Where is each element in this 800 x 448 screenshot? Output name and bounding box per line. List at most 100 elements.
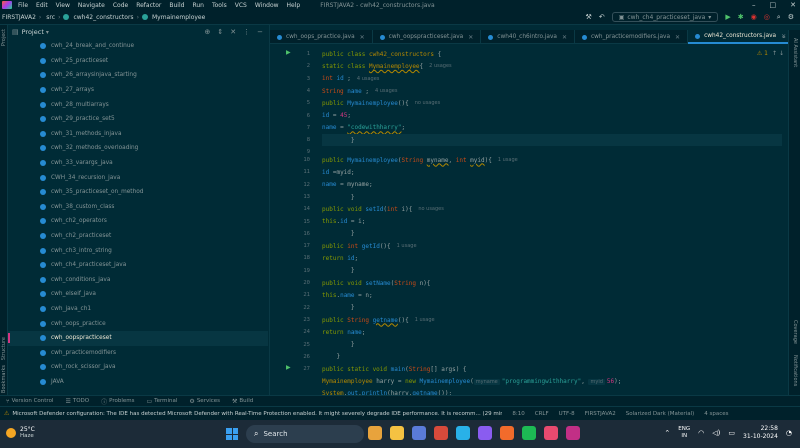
indent-status[interactable]: 4 spaces bbox=[704, 411, 728, 417]
taskbar-app-icon[interactable] bbox=[390, 426, 404, 440]
terminal-button[interactable]: ▭ Terminal bbox=[147, 398, 178, 405]
menu-build[interactable]: Build bbox=[169, 2, 184, 9]
close-tab-icon[interactable]: ✕ bbox=[468, 34, 473, 41]
editor-tab[interactable]: cwh42_constructors.java ✕ bbox=[688, 30, 795, 44]
taskbar-app-icon[interactable] bbox=[544, 426, 558, 440]
wifi-icon[interactable]: ◠ bbox=[698, 429, 704, 437]
tree-item[interactable]: cwh_33_varargs_java bbox=[8, 156, 268, 171]
hide-panel-icon[interactable]: − bbox=[257, 28, 263, 36]
usages-hint[interactable]: 4 usages bbox=[375, 88, 397, 94]
tree-item[interactable]: cwh_ch2_practiceset bbox=[8, 229, 268, 244]
maximize-icon[interactable]: □ bbox=[770, 1, 777, 9]
tree-item[interactable]: cwh_practicemodifiers bbox=[8, 346, 268, 361]
project-panel-title[interactable]: Project bbox=[22, 28, 44, 36]
tree-item[interactable]: cwh_oopspracticeset bbox=[8, 331, 268, 346]
usages-hint[interactable]: 1 usage bbox=[397, 243, 417, 249]
tree-item[interactable]: cwh_32_methods_overloading bbox=[8, 141, 268, 156]
ai-assistant-button[interactable]: AI Assistant bbox=[792, 38, 798, 67]
tree-item[interactable]: cwh_25_practiceset bbox=[8, 54, 268, 69]
chevron-down-icon[interactable]: ▾ bbox=[46, 29, 49, 36]
status-message[interactable]: Microsoft Defender configuration: The ID… bbox=[12, 411, 502, 417]
usages-hint[interactable]: 2 usages bbox=[429, 63, 451, 69]
breadcrumb-project[interactable]: FIRSTJAVA2 bbox=[2, 14, 36, 21]
volume-icon[interactable]: ◁) bbox=[712, 429, 720, 437]
tree-item[interactable]: cwh_ch3_intro_string bbox=[8, 243, 268, 258]
usages-hint[interactable]: no usages bbox=[415, 100, 441, 106]
caret-position[interactable]: 8:10 bbox=[512, 411, 524, 417]
taskbar-app-icon[interactable] bbox=[522, 426, 536, 440]
settings-icon[interactable]: ⚙ bbox=[788, 13, 794, 21]
clock[interactable]: 22:58 31-10-2024 bbox=[743, 425, 778, 441]
coverage-button[interactable]: Coverage bbox=[792, 320, 798, 344]
menu-navigate[interactable]: Navigate bbox=[78, 2, 105, 9]
collapse-all-icon[interactable]: ⇕ bbox=[217, 28, 223, 36]
todo-button[interactable]: ☰ TODO bbox=[65, 398, 89, 405]
menu-run[interactable]: Run bbox=[192, 2, 204, 9]
more-options-icon[interactable]: ⋮ bbox=[243, 28, 250, 36]
breadcrumb-file[interactable]: cwh42_constructors bbox=[73, 14, 133, 21]
notification-bell-icon[interactable]: ◔ bbox=[786, 429, 792, 437]
line-separator[interactable]: CRLF bbox=[535, 411, 549, 417]
taskbar-app-icon[interactable] bbox=[478, 426, 492, 440]
menu-tools[interactable]: Tools bbox=[212, 2, 227, 9]
taskbar-app-icon[interactable] bbox=[500, 426, 514, 440]
breadcrumb-class[interactable]: Mymainemployee bbox=[152, 14, 205, 21]
stop-icon[interactable]: ◉ bbox=[751, 13, 757, 21]
structure-tool-button[interactable]: Structure bbox=[1, 337, 7, 360]
usages-hint[interactable]: 1 usage bbox=[415, 317, 435, 323]
theme-status[interactable]: Solarized Dark (Material) bbox=[626, 411, 695, 417]
tree-item[interactable]: cwh_oops_practice bbox=[8, 316, 268, 331]
project-status[interactable]: FIRSTJAVA2 bbox=[585, 411, 616, 417]
run-main-icon[interactable]: ▶ bbox=[286, 364, 291, 371]
tree-item[interactable]: cwh_28_multiarrays bbox=[8, 97, 268, 112]
menu-code[interactable]: Code bbox=[113, 2, 128, 9]
language-indicator[interactable]: ENG IN bbox=[678, 426, 690, 440]
usages-hint[interactable]: 1 usage bbox=[498, 157, 518, 163]
taskbar-search-box[interactable]: ⌕ Search bbox=[246, 425, 364, 443]
intellij-logo-icon[interactable] bbox=[2, 1, 12, 9]
minimize-icon[interactable]: – bbox=[752, 1, 756, 9]
taskbar-app-icon[interactable] bbox=[412, 426, 426, 440]
battery-icon[interactable]: ▭ bbox=[728, 429, 735, 437]
code-editor[interactable]: ⚠ 1 ↑ ↓ 1 2 3 4 5 6 7 8 9 10 11 12 13 14 15 16 17 18 19 20 2… bbox=[270, 44, 788, 395]
close-tab-icon[interactable]: ✕ bbox=[675, 34, 680, 41]
tray-overflow-icon[interactable]: ⌃ bbox=[664, 429, 670, 437]
services-button[interactable]: ⚙ Services bbox=[189, 398, 220, 405]
notifications-button[interactable]: Notifications bbox=[792, 355, 798, 386]
menu-refactor[interactable]: Refactor bbox=[136, 2, 161, 9]
tree-item[interactable]: cwh_ch4_practiceset_java bbox=[8, 258, 268, 273]
breadcrumb-src[interactable]: src bbox=[46, 14, 55, 21]
close-panel-icon[interactable]: ✕ bbox=[230, 28, 236, 36]
tree-item[interactable]: cwh_java_ch1 bbox=[8, 302, 268, 317]
editor-tab[interactable]: cwh_oopspracticeset.java ✕ bbox=[373, 30, 482, 44]
taskbar-app-icon[interactable] bbox=[434, 426, 448, 440]
project-tool-button[interactable]: Project bbox=[1, 29, 7, 46]
editor-tab[interactable]: cwh_practicemodifiers.java ✕ bbox=[575, 30, 689, 44]
tree-item[interactable]: cwh_31_methods_injava bbox=[8, 127, 268, 142]
tree-item[interactable]: cwh_conditions_java bbox=[8, 273, 268, 288]
hammer-build-icon[interactable]: ⚒ bbox=[586, 13, 592, 21]
tree-item[interactable]: cwh_rock_scissor_java bbox=[8, 360, 268, 375]
usages-hint[interactable]: 4 usages bbox=[357, 76, 379, 82]
close-icon[interactable]: ✕ bbox=[790, 1, 796, 9]
editor-tab[interactable]: cwh40_ch6intro.java ✕ bbox=[481, 30, 575, 44]
profile-icon[interactable]: ◎ bbox=[764, 13, 770, 21]
debug-icon[interactable]: ✱ bbox=[738, 13, 744, 21]
locate-icon[interactable]: ⊕ bbox=[205, 28, 211, 36]
taskbar-app-icon[interactable] bbox=[368, 426, 382, 440]
close-tab-icon[interactable]: ✕ bbox=[360, 34, 365, 41]
version-control-button[interactable]: ⑂ Version Control bbox=[6, 398, 53, 405]
close-tab-icon[interactable]: ✕ bbox=[562, 34, 567, 41]
tree-item[interactable]: cwh_27_arrays bbox=[8, 83, 268, 98]
usages-hint[interactable]: no usages bbox=[418, 206, 444, 212]
taskbar-app-icon[interactable] bbox=[456, 426, 470, 440]
tree-item[interactable]: CWH_34_recursion_java bbox=[8, 170, 268, 185]
tree-item[interactable]: JAVA bbox=[8, 375, 268, 390]
tree-item[interactable]: cwh_35_practiceset_on_method bbox=[8, 185, 268, 200]
build-button[interactable]: ⚒ Build bbox=[232, 398, 253, 405]
menu-view[interactable]: View bbox=[56, 2, 70, 9]
bookmarks-tool-button[interactable]: Bookmarks bbox=[1, 365, 7, 393]
problems-button[interactable]: ⓘ Problems bbox=[101, 397, 134, 406]
tree-item[interactable]: cwh_26_arraysinjava_starting bbox=[8, 68, 268, 83]
tree-item[interactable]: cwh_29_practice_set5 bbox=[8, 112, 268, 127]
